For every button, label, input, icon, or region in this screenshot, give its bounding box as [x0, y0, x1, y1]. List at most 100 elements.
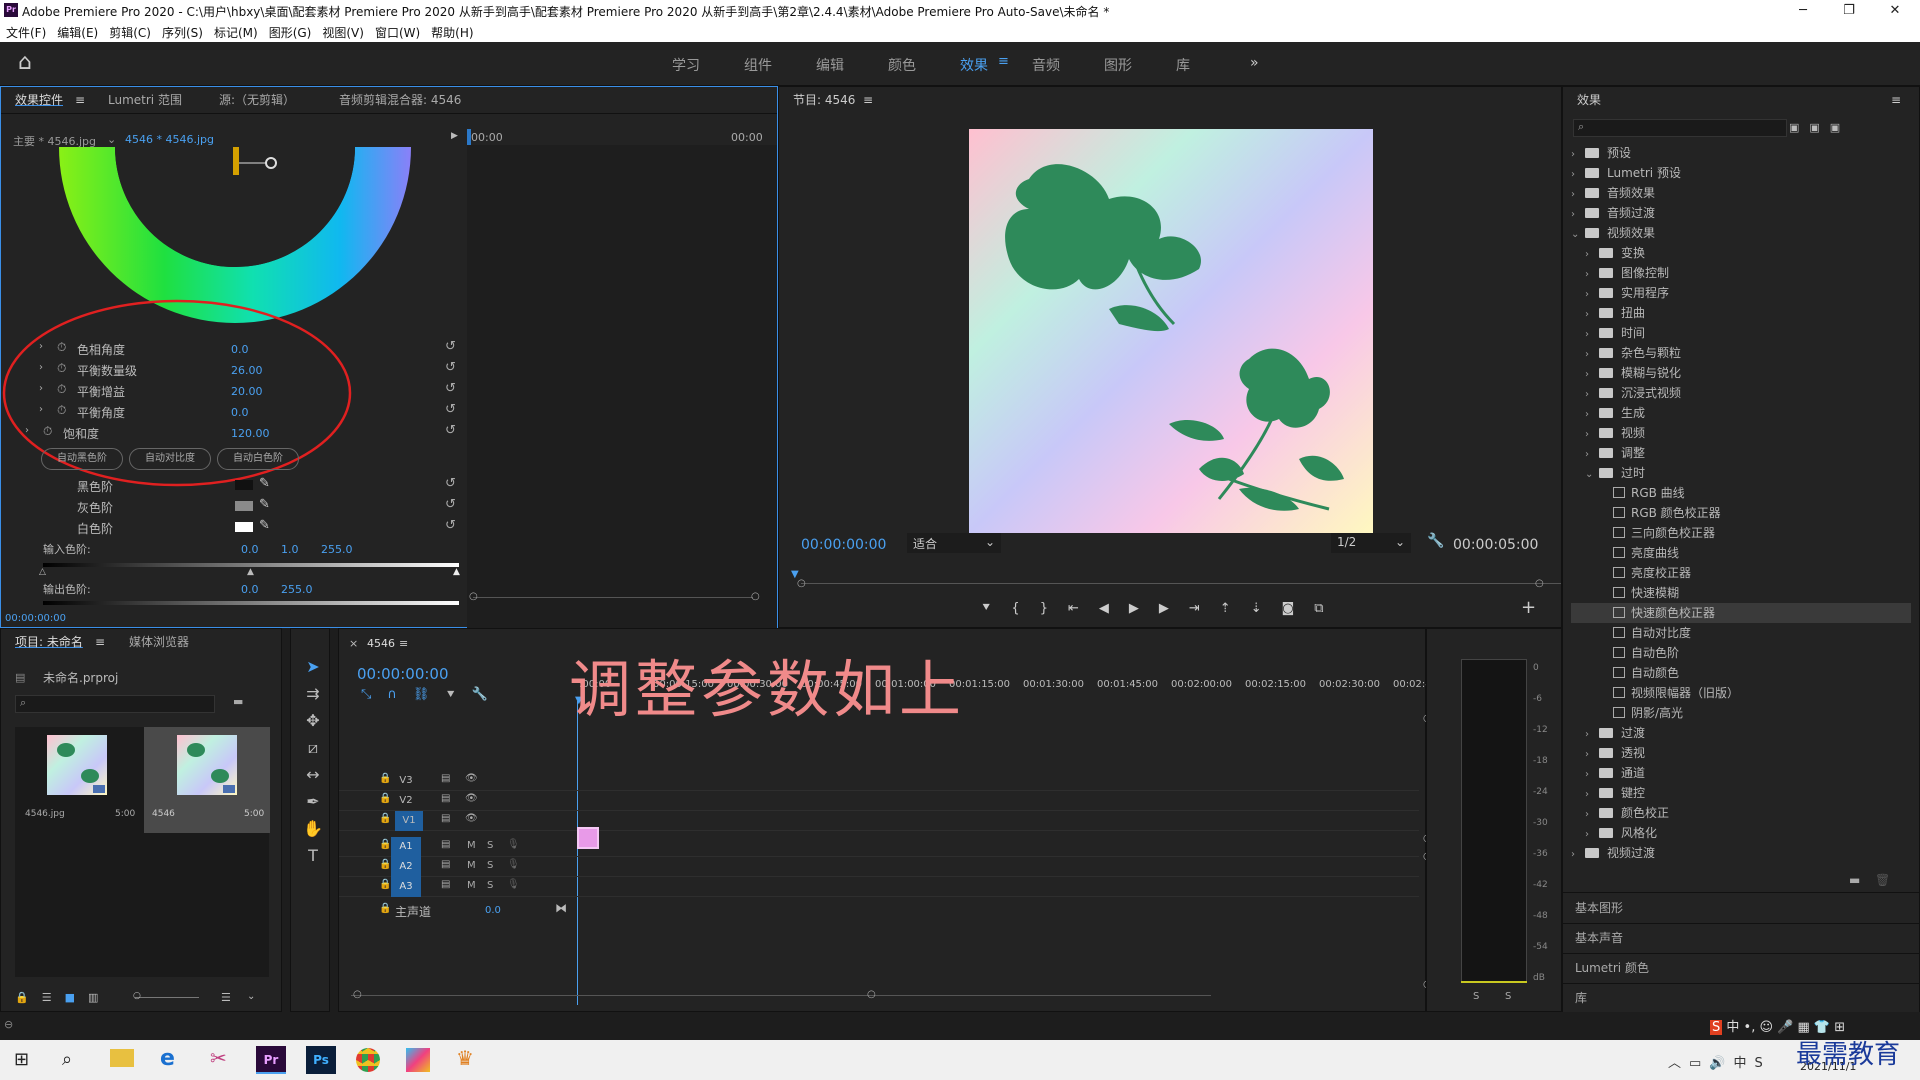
toggle-sync-lock-icon[interactable]: ▤ — [441, 813, 450, 824]
effects-tree-item[interactable]: › 实用程序 — [1571, 283, 1911, 303]
program-scrub-bar[interactable] — [801, 583, 1561, 584]
menu-sequence[interactable]: 序列(S) — [156, 22, 208, 41]
tab-audio-clip-mixer[interactable]: 音频剪辑混合器: 4546 — [339, 87, 461, 113]
reset-icon[interactable]: ↺ — [445, 402, 456, 417]
menu-edit[interactable]: 编辑(E) — [51, 22, 103, 41]
zoom-handle-left[interactable]: ○ — [797, 578, 806, 589]
lock-icon[interactable]: 🔒 — [379, 859, 391, 870]
input-black-handle[interactable]: △ — [39, 567, 46, 577]
zoom-handle-right[interactable]: ○ — [867, 989, 876, 1000]
chrome-icon[interactable] — [356, 1048, 380, 1072]
export-frame-icon[interactable]: ◙ — [1282, 601, 1315, 616]
effects-tree-item[interactable]: › 预设 — [1571, 143, 1911, 163]
effects-tree-item[interactable]: › 模糊与锐化 — [1571, 363, 1911, 383]
track-target-v1[interactable]: V1 — [395, 811, 423, 831]
workspace-more-icon[interactable]: » — [1250, 55, 1259, 71]
menu-clip[interactable]: 剪辑(C) — [103, 22, 156, 41]
effects-tree-item[interactable]: › 风格化 — [1571, 823, 1911, 843]
workspace-color[interactable]: 颜色 — [888, 55, 916, 75]
program-monitor-title[interactable]: 节目: 4546 — [793, 87, 855, 113]
edge-browser-icon[interactable]: e — [160, 1046, 175, 1071]
lock-icon[interactable]: 🔒 — [379, 793, 391, 804]
play-icon[interactable]: ▶ — [1129, 601, 1159, 616]
effects-search-input[interactable]: ⌕ — [1573, 119, 1787, 137]
workspace-menu-icon[interactable]: ≡ — [998, 54, 1009, 69]
effects-tree-item[interactable]: 亮度曲线 — [1571, 543, 1911, 563]
program-timecode[interactable]: 00:00:00:00 — [801, 537, 886, 553]
master-volume-value[interactable]: 0.0 — [485, 905, 501, 916]
app-icon[interactable]: ♛ — [456, 1046, 474, 1070]
workspace-learn[interactable]: 学习 — [672, 55, 700, 75]
effects-tree-item[interactable]: › 变换 — [1571, 243, 1911, 263]
timeline-timecode[interactable]: 00:00:00:00 — [357, 665, 449, 683]
effects-tree-item[interactable]: RGB 曲线 — [1571, 483, 1911, 503]
program-menu-icon[interactable]: ≡ — [863, 87, 873, 113]
photoshop-taskbar-icon[interactable]: Ps — [306, 1046, 336, 1074]
chevron-right-icon[interactable]: › — [1585, 785, 1599, 805]
clip-dropdown-icon[interactable]: ⌄ — [107, 133, 116, 146]
chevron-right-icon[interactable]: › — [1585, 405, 1599, 425]
mark-out-icon[interactable]: } — [1040, 601, 1068, 616]
lift-icon[interactable]: ⇡ — [1220, 601, 1251, 616]
workspace-effects[interactable]: 效果 — [960, 55, 988, 75]
chevron-right-icon[interactable]: › — [1585, 725, 1599, 745]
icon-view-icon[interactable]: ■ — [65, 991, 88, 1004]
solo-left-button[interactable]: S — [1473, 991, 1479, 1002]
chevron-right-icon[interactable]: › — [1585, 285, 1599, 305]
workspace-graphics[interactable]: 图形 — [1104, 55, 1132, 75]
windows-start-icon[interactable]: ⊞ — [14, 1049, 29, 1070]
input-white-handle[interactable]: ▲ — [453, 567, 460, 577]
chevron-right-icon[interactable]: › — [1585, 765, 1599, 785]
chevron-right-icon[interactable]: › — [1585, 745, 1599, 765]
reset-icon[interactable]: ↺ — [445, 360, 456, 375]
microphone-icon[interactable]: 🎙 — [507, 879, 520, 890]
solo-button[interactable]: S — [487, 860, 493, 871]
track-target-a2[interactable]: A2 — [391, 857, 421, 877]
maximize-button[interactable]: ❐ — [1826, 0, 1872, 22]
reset-icon[interactable]: ↺ — [445, 339, 456, 354]
chevron-right-icon[interactable]: › — [1585, 385, 1599, 405]
lock-icon[interactable]: 🔒 — [379, 773, 391, 784]
effects-tree-item[interactable]: 自动对比度 — [1571, 623, 1911, 643]
auto-contrast-button[interactable]: 自动对比度 — [129, 448, 211, 470]
clip-label[interactable]: 4546 * 4546.jpg — [125, 133, 214, 146]
project-search-input[interactable]: ⌕ — [15, 695, 215, 713]
compare-icon[interactable]: ⧉ — [1314, 601, 1343, 616]
toggle-sync-lock-icon[interactable]: ▤ — [441, 793, 450, 804]
tab-lumetri-scopes[interactable]: Lumetri 范围 — [108, 87, 182, 113]
track-target-a3[interactable]: A3 — [391, 877, 421, 897]
resolution-dropdown[interactable]: 1/2 ⌄ — [1331, 533, 1411, 553]
chevron-up-icon[interactable]: ︿ — [1668, 1056, 1689, 1071]
transport-controls[interactable]: ⯆{}⇤◀▶▶⇥⇡⇣◙⧉ — [981, 601, 1344, 616]
project-clip-4546-jpg[interactable]: 4546.jpg 5:00 — [19, 727, 139, 833]
tab-effect-controls[interactable]: 效果控件 — [15, 87, 63, 113]
wrench-icon[interactable]: 🔧 — [472, 687, 504, 702]
effects-tree-item[interactable]: › 时间 — [1571, 323, 1911, 343]
lock-icon[interactable]: 🔒 — [15, 991, 42, 1004]
track-target-v3[interactable]: V3 — [395, 775, 417, 786]
white-level-swatch[interactable] — [235, 522, 253, 532]
ripple-edit-icon[interactable]: ✥ — [303, 707, 323, 734]
eye-icon[interactable]: 👁 — [465, 773, 478, 784]
razor-tool-icon[interactable]: ⧄ — [303, 734, 323, 761]
section-lumetri-color[interactable]: Lumetri 颜色 — [1575, 959, 1649, 976]
track-target-v2[interactable]: V2 — [395, 795, 417, 806]
chevron-right-icon[interactable]: › — [1585, 245, 1599, 265]
chevron-right-icon[interactable]: › — [1571, 145, 1585, 165]
minimize-button[interactable]: ─ — [1780, 0, 1826, 22]
chevron-right-icon[interactable]: › — [1571, 185, 1585, 205]
workspace-editing[interactable]: 编辑 — [816, 55, 844, 75]
mute-button[interactable]: M — [467, 880, 476, 891]
eye-icon[interactable]: 👁 — [465, 813, 478, 824]
ime-mode[interactable]: 中 — [1726, 1020, 1739, 1035]
volume-icon[interactable]: 🔊 — [1709, 1056, 1733, 1071]
section-essential-sound[interactable]: 基本声音 — [1575, 929, 1623, 946]
zoom-handle[interactable]: ○ — [133, 991, 141, 1001]
toggle-sync-lock-icon[interactable]: ▤ — [441, 859, 450, 870]
menu-help[interactable]: 帮助(H) — [425, 22, 478, 41]
reset-icon[interactable]: ↺ — [445, 476, 456, 491]
effects-tree-item[interactable]: › 颜色校正 — [1571, 803, 1911, 823]
search-icon[interactable]: ⌕ — [62, 1049, 72, 1070]
effects-tree-item[interactable]: › 调整 — [1571, 443, 1911, 463]
new-bin-icon[interactable]: ▬ — [233, 695, 243, 708]
